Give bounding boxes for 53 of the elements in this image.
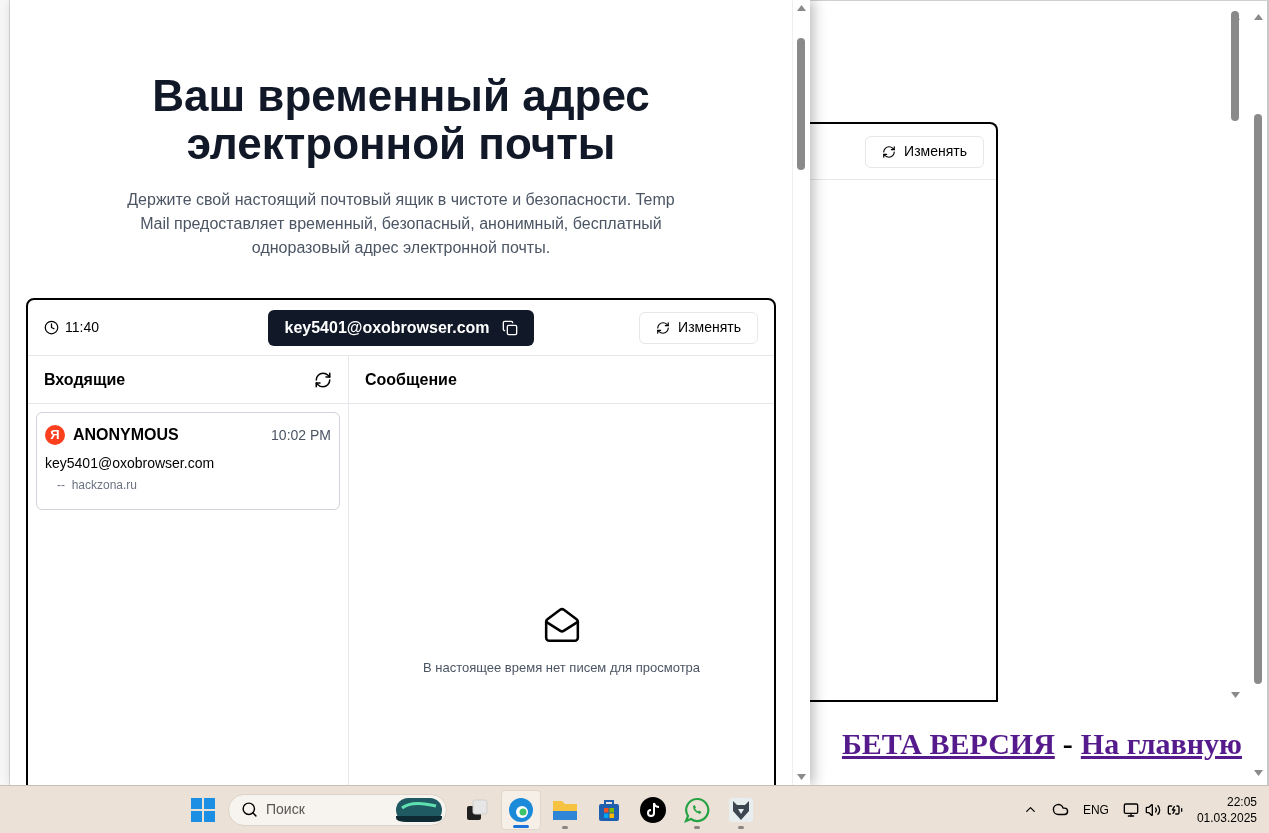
running-indicator [694,825,700,829]
message-heading: Сообщение [365,369,457,390]
scroll-up-icon[interactable] [1254,14,1263,20]
running-indicator [562,825,568,829]
search-bar[interactable]: Поиск [228,793,447,826]
chat-phone-icon[interactable] [684,796,710,823]
language-indicator[interactable]: ENG [1082,800,1109,819]
refresh-icon[interactable] [314,370,332,389]
volume-icon[interactable] [1144,801,1161,818]
network-icon[interactable] [1122,801,1139,818]
cloud-icon[interactable] [1051,801,1069,818]
home-link[interactable]: На главную [1080,720,1242,766]
open-envelope-icon [542,606,581,644]
change-address-button[interactable]: Изменять [865,135,984,168]
scroll-down-icon[interactable] [1231,692,1240,698]
scroll-down-icon[interactable] [1254,770,1263,776]
recipient-address: key5401@oxobrowser.com [45,454,216,473]
copy-icon[interactable] [501,319,518,336]
refresh-icon [656,320,671,335]
scrollbar-thumb[interactable] [1254,114,1262,684]
scrollbar-thumb[interactable] [797,38,805,170]
message-preview: -- hackzona.ru [56,477,138,494]
inbox-heading: Входящие [44,369,126,390]
store-bag-icon[interactable] [597,797,621,822]
refresh-icon [882,144,897,159]
browser-icon[interactable] [508,796,534,823]
timer-text: 11:40 [65,318,99,337]
aurora-landscape-icon [396,797,442,822]
link-separator: - [1062,725,1073,762]
inbox-message[interactable]: Я ANONYMOUS 10:02 PM key5401@oxobrowser.com -- hackzona.ru [36,412,340,510]
clock-date[interactable]: 01.03.2025 [1196,809,1257,826]
search-icon [241,801,258,818]
running-indicator [738,825,744,829]
change-address-button[interactable]: Изменять [639,311,758,344]
clock-icon [44,320,59,335]
beta-version-link[interactable]: БЕТА ВЕРСИЯ [841,720,1055,766]
page-heading: Ваш временный адрес электронной почты [151,72,651,168]
task-view-icon[interactable] [465,797,489,822]
windows-logo-icon[interactable] [191,797,215,822]
search-input[interactable]: Поиск [266,799,388,820]
scroll-down-icon[interactable] [797,774,806,780]
running-indicator [513,824,529,828]
message-time: 10:02 PM [271,425,331,445]
scroll-up-icon[interactable] [797,5,806,11]
scrollbar-thumb[interactable] [1231,11,1239,121]
email-address-pill[interactable]: key5401@oxobrowser.com [268,309,534,346]
sender-name: ANONYMOUS [73,425,179,445]
sender-avatar: Я [45,425,65,445]
clock-time[interactable]: 22:05 [1226,793,1257,810]
empty-state-text: В настоящее время нет писем для просмотра [422,659,701,677]
wolf-head-icon[interactable] [729,797,753,822]
music-note-icon[interactable] [640,796,666,823]
page-description: Держите свой настоящий почтовый ящик в чистоте и безопасности. Temp Mail предоставляет временный, безопасный, анонимный, бесплатный одноразовый адрес электронной почты. [126,190,676,258]
